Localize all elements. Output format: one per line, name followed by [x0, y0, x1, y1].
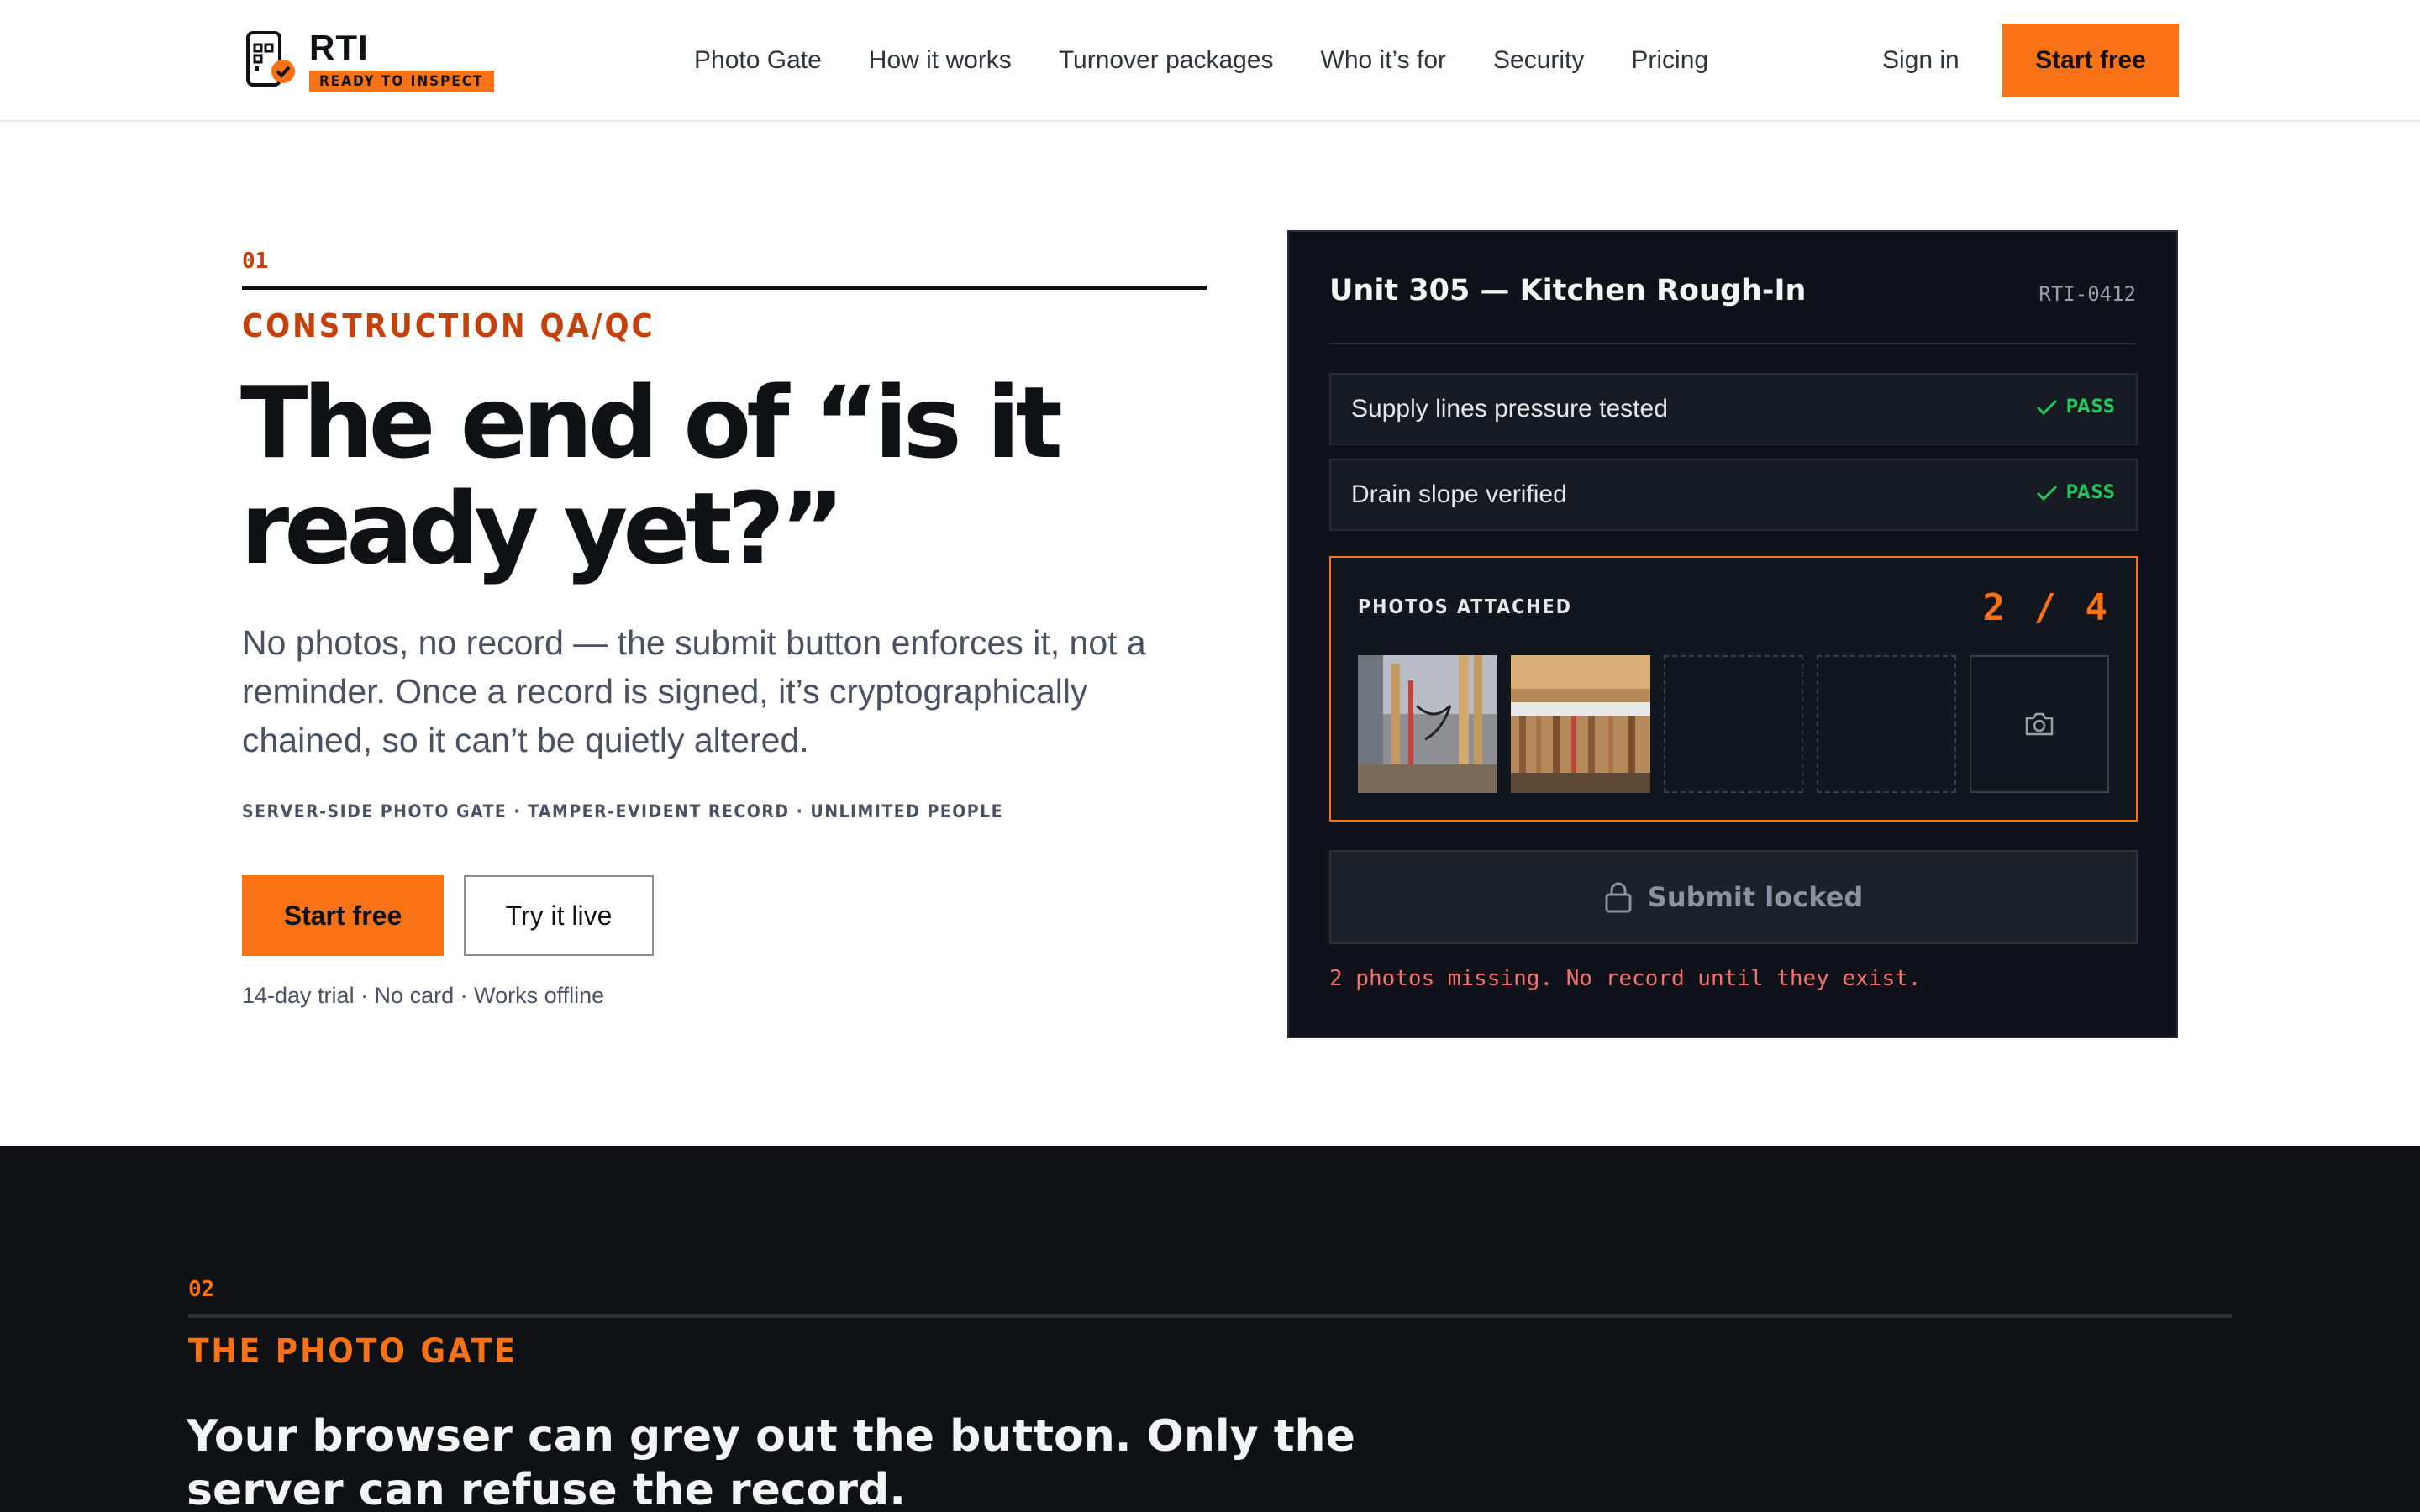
check-icon — [2036, 399, 2057, 415]
empty-photo-slot[interactable] — [1664, 655, 1803, 793]
nav-security[interactable]: Security — [1493, 42, 1584, 79]
nav-photo-gate[interactable]: Photo Gate — [694, 42, 822, 79]
brand-tagline: READY TO INSPECT — [309, 71, 494, 92]
pass-status: PASS — [2065, 482, 2116, 503]
add-photo-button[interactable] — [1970, 655, 2109, 793]
checklist-item[interactable]: Supply lines pressure tested PASS — [1329, 373, 2138, 445]
section-headline: Your browser can grey out the button. On… — [187, 1411, 1355, 1512]
photos-label: PHOTOS ATTACHED — [1358, 596, 1572, 618]
try-it-live-button[interactable]: Try it live — [464, 875, 654, 956]
hero-kicker: CONSTRUCTION QA/QC — [242, 307, 655, 344]
headline-line-1: The end of “is it — [240, 365, 1063, 480]
submit-label: Submit locked — [1647, 881, 1864, 913]
nav-turnover-packages[interactable]: Turnover packages — [1059, 42, 1274, 79]
checklist-item-label: Supply lines pressure tested — [1351, 395, 1668, 423]
section-number: 01 — [242, 249, 269, 274]
empty-photo-slot[interactable] — [1817, 655, 1956, 793]
feature-tags: SERVER-SIDE PHOTO GATE · TAMPER-EVIDENT … — [242, 801, 1004, 822]
sign-in-link[interactable]: Sign in — [1882, 42, 1960, 79]
photo-gate-section: 02 THE PHOTO GATE Your browser can grey … — [0, 1146, 2420, 1512]
section-number: 02 — [188, 1277, 215, 1302]
checklist-item-label: Drain slope verified — [1351, 480, 1567, 508]
nav-how-it-works[interactable]: How it works — [869, 42, 1012, 79]
photos-panel: PHOTOS ATTACHED 2 / 4 — [1329, 556, 2138, 822]
hero-lede: No photos, no record — the submit button… — [242, 623, 1146, 759]
photo-thumbnail[interactable] — [1358, 655, 1497, 793]
card-divider — [1329, 343, 2136, 344]
inspection-card: Unit 305 — Kitchen Rough-In RTI-0412 Sup… — [1287, 230, 2178, 1038]
pass-badge: PASS — [2036, 482, 2116, 503]
site-header: RTI READY TO INSPECT Photo Gate How it w… — [0, 0, 2420, 122]
section-kicker: THE PHOTO GATE — [188, 1332, 518, 1371]
photo-thumbnail[interactable] — [1511, 655, 1650, 793]
brand-logo[interactable]: RTI READY TO INSPECT — [244, 29, 494, 92]
clipboard-check-icon — [244, 29, 299, 92]
check-icon — [2036, 485, 2057, 501]
headline-line-2: ready yet?” — [240, 470, 845, 586]
brand-name: RTI — [309, 28, 369, 67]
card-title: Unit 305 — Kitchen Rough-In — [1329, 274, 1807, 307]
camera-icon — [2025, 712, 2054, 736]
record-id: RTI-0412 — [2039, 282, 2136, 306]
section-divider — [188, 1314, 2232, 1318]
nav-pricing[interactable]: Pricing — [1631, 42, 1708, 79]
hero-headline: The end of “is it ready yet?” — [240, 370, 1249, 581]
checklist-item[interactable]: Drain slope verified PASS — [1329, 459, 2138, 531]
submit-locked-button[interactable]: Submit locked — [1329, 850, 2138, 944]
pass-status: PASS — [2065, 396, 2116, 417]
hero-start-free-button[interactable]: Start free — [242, 875, 444, 956]
nav-who-its-for[interactable]: Who it’s for — [1321, 42, 1447, 79]
missing-photos-warning: 2 photos missing. No record until they e… — [1329, 966, 1922, 991]
header-start-free-button[interactable]: Start free — [2002, 24, 2179, 97]
trial-fine-print: 14-day trial · No card · Works offline — [242, 983, 605, 1008]
pass-badge: PASS — [2036, 396, 2116, 417]
main-nav: Photo Gate How it works Turnover package… — [694, 42, 1755, 79]
section-divider — [242, 286, 1207, 290]
lock-icon — [1605, 882, 1632, 913]
photos-count: 2 / 4 — [1982, 586, 2111, 629]
